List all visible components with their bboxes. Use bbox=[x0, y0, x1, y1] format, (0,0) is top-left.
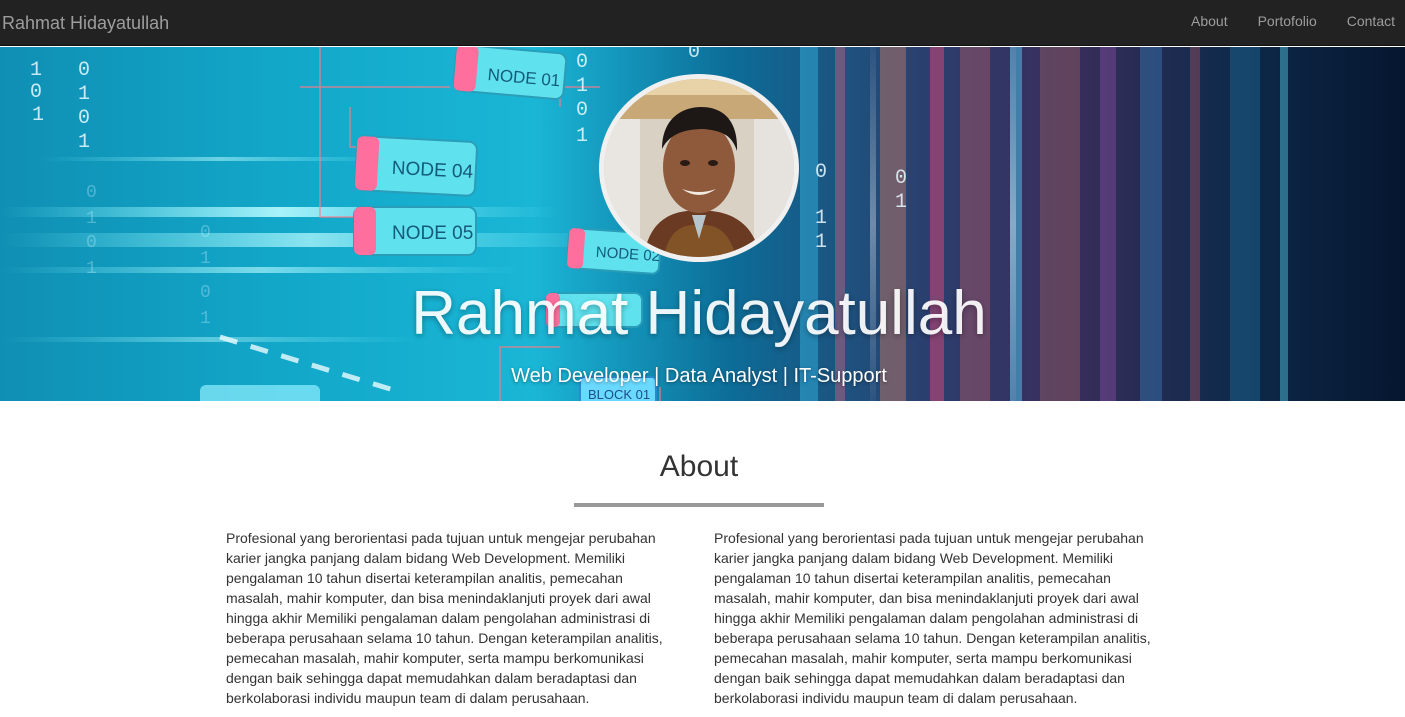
svg-text:0: 0 bbox=[30, 81, 42, 104]
hero-banner: 10 01 10 1 01 01 0 01 011 0101 0101 NODE… bbox=[0, 47, 1405, 401]
svg-text:1: 1 bbox=[576, 75, 588, 98]
node-label-04: NODE 04 bbox=[391, 158, 474, 183]
nav-link-contact[interactable]: Contact bbox=[1332, 0, 1405, 46]
svg-text:1: 1 bbox=[78, 83, 90, 106]
svg-text:1: 1 bbox=[86, 209, 97, 229]
svg-text:0: 0 bbox=[78, 107, 90, 130]
svg-text:1: 1 bbox=[30, 59, 42, 82]
svg-text:1: 1 bbox=[32, 104, 44, 127]
hero-subtitle: Web Developer | Data Analyst | IT-Suppor… bbox=[511, 365, 887, 387]
svg-text:0: 0 bbox=[576, 99, 588, 122]
heading-divider bbox=[574, 503, 824, 507]
svg-text:1: 1 bbox=[576, 125, 588, 148]
svg-text:0: 0 bbox=[200, 223, 211, 243]
node-label-05: NODE 05 bbox=[392, 223, 473, 244]
nav-link-about[interactable]: About bbox=[1176, 0, 1243, 46]
svg-text:1: 1 bbox=[86, 259, 97, 279]
svg-text:1: 1 bbox=[78, 131, 90, 154]
svg-text:0: 0 bbox=[688, 47, 700, 64]
nav-link-portofolio[interactable]: Portofolio bbox=[1243, 0, 1332, 46]
svg-text:0: 0 bbox=[86, 183, 97, 203]
svg-text:0: 0 bbox=[86, 233, 97, 253]
about-text-right: Profesional yang berorientasi pada tujua… bbox=[714, 530, 1151, 706]
svg-text:1: 1 bbox=[815, 231, 827, 254]
profile-avatar bbox=[599, 74, 799, 262]
svg-text:0: 0 bbox=[576, 51, 588, 74]
svg-text:0: 0 bbox=[815, 161, 827, 184]
navbar: Rahmat Hidayatullah About Portofolio Con… bbox=[0, 0, 1405, 46]
svg-text:1: 1 bbox=[200, 249, 211, 269]
block-label-01: BLOCK 01 bbox=[588, 387, 650, 401]
about-text-left: Profesional yang berorientasi pada tujua… bbox=[226, 530, 663, 706]
svg-text:1: 1 bbox=[895, 191, 907, 214]
svg-text:1: 1 bbox=[815, 207, 827, 230]
hero-title: Rahmat Hidayatullah bbox=[411, 279, 987, 348]
about-heading: About bbox=[659, 450, 739, 483]
nav-links: About Portofolio Contact bbox=[1176, 0, 1405, 46]
brand-link[interactable]: Rahmat Hidayatullah bbox=[0, 0, 169, 46]
svg-text:0: 0 bbox=[895, 167, 907, 190]
svg-text:0: 0 bbox=[78, 59, 90, 82]
profile-photo bbox=[604, 79, 794, 257]
